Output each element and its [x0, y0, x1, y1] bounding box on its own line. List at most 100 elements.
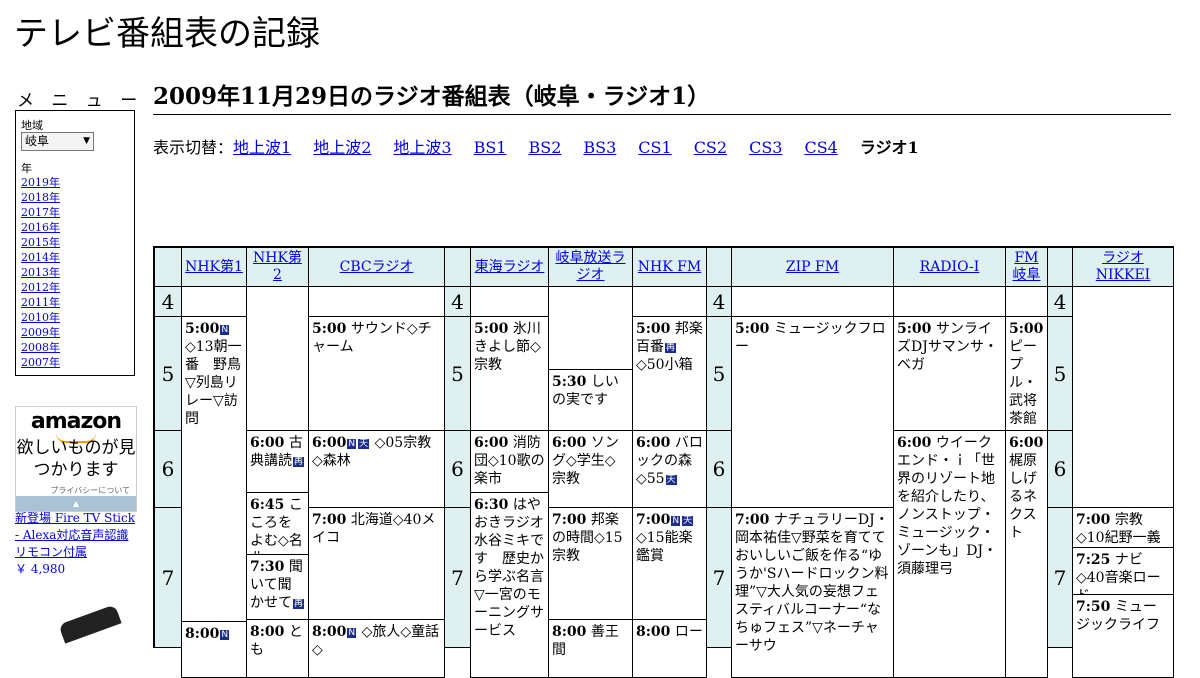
program-title: はやおきラジオ水谷ミキです 歴史から学ぶ名言▽一宮のモーニングサービス: [474, 497, 544, 639]
year-link[interactable]: 2010年: [21, 311, 60, 324]
channel-link[interactable]: CBCラジオ: [340, 259, 414, 276]
program-cell[interactable]: 6:30 はやおきラジオ水谷ミキです 歴史から学ぶ名言▽一宮のモーニングサービス: [470, 492, 549, 678]
program-title: 梶原しげるネクスト: [1009, 453, 1037, 541]
year-link[interactable]: 2014年: [21, 251, 60, 264]
switcher-link[interactable]: BS2: [528, 138, 561, 157]
channel-link[interactable]: FM岐阜: [1008, 250, 1045, 284]
channel-link[interactable]: NHK第1: [185, 259, 243, 276]
switcher-link[interactable]: 地上波2: [313, 138, 371, 157]
program-cell[interactable]: 6:00 古典講読再: [246, 430, 309, 493]
year-list: 2019年 2018年 2017年 2016年 2015年 2014年 2013年 2012年…: [21, 175, 60, 370]
channel-link[interactable]: ラジオNIKKEI: [1075, 250, 1171, 284]
empty-slot: [181, 286, 247, 317]
program-time: 6:00: [474, 435, 509, 451]
program-title: ウイークエンド・ｉ「世界のリゾート地を紹介したり、ノンストップ・ミュージック・ゾ…: [897, 435, 998, 577]
program-cell[interactable]: 7:00 邦楽の時間◇15宗教: [548, 507, 633, 620]
program-cell[interactable]: 5:00 N ◇13朝一番 野鳥▽列島リレー▽訪問: [181, 316, 247, 622]
program-time: 7:00: [636, 512, 671, 528]
year-item: 2007年: [21, 355, 60, 370]
program-cell[interactable]: 5:00 ミュージックフロー: [731, 316, 894, 508]
channel-link[interactable]: 岐阜放送ラジオ: [551, 250, 630, 284]
switcher-link[interactable]: 地上波1: [233, 138, 291, 157]
hour-cell: 7: [706, 507, 732, 648]
badge-weather-icon: 天: [665, 475, 677, 485]
switcher-link[interactable]: BS1: [474, 138, 507, 157]
program-cell[interactable]: 5:00 氷川きよし節◇宗教: [470, 316, 549, 431]
year-link[interactable]: 2016年: [21, 221, 60, 234]
channel-header: CBCラジオ: [308, 247, 445, 287]
year-link[interactable]: 2018年: [21, 191, 60, 204]
channel-link[interactable]: RADIO-I: [920, 259, 980, 276]
program-time: 8:00: [185, 626, 220, 642]
channel-header: NHK第2: [246, 247, 309, 287]
program-title: ◇13朝一番 野鳥▽列島リレー▽訪問: [185, 339, 242, 427]
ad-expand-bar[interactable]: ▲: [16, 496, 136, 511]
year-item: 2011年: [21, 295, 60, 310]
program-cell[interactable]: 8:00 善王間: [548, 619, 633, 678]
year-link[interactable]: 2007年: [21, 356, 60, 369]
ad-privacy-link[interactable]: プライバシーについて: [50, 485, 130, 496]
empty-slot: [548, 286, 633, 370]
badge-news-icon: N: [220, 630, 230, 640]
program-time: 7:00: [312, 512, 347, 528]
channel-link[interactable]: NHK FM: [638, 259, 701, 276]
amazon-logo: amazon: [30, 409, 122, 434]
channel-header: FM岐阜: [1005, 247, 1048, 287]
year-link[interactable]: 2011年: [21, 296, 60, 309]
program-cell[interactable]: 8:00 ロー: [632, 619, 707, 678]
switcher-link[interactable]: CS1: [638, 138, 671, 157]
empty-slot: [308, 286, 445, 317]
program-cell[interactable]: 5:00 サウンド◇チャーム: [308, 316, 445, 431]
program-cell[interactable]: 7:00 宗教◇10紀野一義再: [1072, 507, 1174, 548]
year-link[interactable]: 2015年: [21, 236, 60, 249]
program-cell[interactable]: 6:00 消防団◇10歌の楽市: [470, 430, 549, 493]
program-time: 6:30: [474, 497, 509, 513]
program-cell[interactable]: 6:00 ソング◇学生◇宗教: [548, 430, 633, 508]
program-cell[interactable]: 6:00 N 天 ◇05宗教◇森林: [308, 430, 445, 508]
program-time: 8:00: [250, 624, 285, 640]
program-cell[interactable]: 6:00 バロックの森◇55 天: [632, 430, 707, 508]
program-cell[interactable]: 5:30 しいの実です: [548, 369, 633, 431]
switcher-link[interactable]: CS4: [804, 138, 837, 157]
channel-link[interactable]: ZIP FM: [786, 259, 839, 276]
ad-product-link[interactable]: 新登場 Fire TV Stick - Alexa対応音声認識リモコン付属: [15, 511, 135, 559]
switcher-link[interactable]: CS3: [749, 138, 782, 157]
program-time: 6:00: [250, 435, 285, 451]
program-cell[interactable]: 7:00 北海道◇40メイコ: [308, 507, 445, 620]
channel-link[interactable]: NHK第2: [249, 250, 306, 284]
year-link[interactable]: 2019年: [21, 176, 60, 189]
program-cell[interactable]: 7:25 ナビ◇40音楽ロード: [1072, 547, 1174, 595]
channel-header: RADIO-I: [893, 247, 1006, 287]
year-link[interactable]: 2009年: [21, 326, 60, 339]
program-cell[interactable]: 6:00 梶原しげるネクスト: [1005, 430, 1048, 678]
amazon-ad-banner[interactable]: amazon 欲しいものが見つかります プライバシーについて ▲: [15, 406, 137, 512]
empty-slot: [470, 286, 549, 317]
program-time: 6:00: [897, 435, 932, 451]
switcher-link[interactable]: CS2: [694, 138, 727, 157]
region-select[interactable]: 岐阜 ▼: [21, 132, 94, 151]
fire-tv-stick-image[interactable]: [58, 604, 122, 644]
switcher-link[interactable]: 地上波3: [393, 138, 451, 157]
switcher-link[interactable]: BS3: [583, 138, 616, 157]
program-cell[interactable]: 8:00 とも: [246, 619, 309, 678]
year-item: 2016年: [21, 220, 60, 235]
channel-header: NHK FM: [632, 247, 707, 287]
program-cell[interactable]: 8:00 N ◇旅人◇童話◇: [308, 619, 445, 678]
program-cell[interactable]: 5:00 サンライズDJサマンサ・ベガ: [893, 316, 1006, 431]
program-cell[interactable]: 5:00 ピープル・武将茶館: [1005, 316, 1048, 431]
program-time: 7:50: [1076, 599, 1111, 615]
program-cell[interactable]: 7:00 N 天 ◇15能楽鑑賞: [632, 507, 707, 620]
year-link[interactable]: 2012年: [21, 281, 60, 294]
year-link[interactable]: 2008年: [21, 341, 60, 354]
year-link[interactable]: 2013年: [21, 266, 60, 279]
program-cell[interactable]: 6:00 ウイークエンド・ｉ「世界のリゾート地を紹介したり、ノンストップ・ミュー…: [893, 430, 1006, 678]
program-cell[interactable]: 7:00 ナチュラリーDJ・岡本祐佳▽野菜を育てておいしいご飯を作る“ゆうか'S…: [731, 507, 894, 678]
ad-price: ￥ 4,980: [15, 562, 66, 576]
program-cell[interactable]: 5:00 邦楽百番 再◇50小箱: [632, 316, 707, 431]
program-cell[interactable]: 7:50 ミュージックライフ: [1072, 594, 1174, 678]
program-cell[interactable]: 7:30 聞いて聞かせて再: [246, 554, 309, 620]
year-item: 2017年: [21, 205, 60, 220]
channel-link[interactable]: 東海ラジオ: [475, 259, 545, 276]
year-link[interactable]: 2017年: [21, 206, 60, 219]
program-cell[interactable]: 6:45 こころをよむ◇名曲: [246, 492, 309, 555]
